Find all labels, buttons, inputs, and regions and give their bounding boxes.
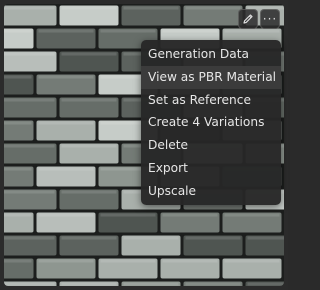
brick-highlight xyxy=(185,282,241,286)
brick-highlight xyxy=(4,98,55,102)
brick-highlight xyxy=(4,75,32,79)
menu-item-upscale[interactable]: Upscale xyxy=(141,180,281,203)
brick-highlight xyxy=(61,282,117,286)
brick-highlight xyxy=(61,52,117,56)
brick-highlight xyxy=(61,144,117,148)
brick-highlight xyxy=(4,52,55,56)
brick-highlight xyxy=(4,190,55,194)
brick-highlight xyxy=(247,236,284,240)
brick-highlight xyxy=(100,29,156,33)
menu-item-generation-data[interactable]: Generation Data xyxy=(141,43,281,66)
brick-highlight xyxy=(38,75,94,79)
menu-item-export[interactable]: Export xyxy=(141,157,281,180)
brick-highlight xyxy=(162,29,218,33)
brick-highlight xyxy=(4,144,55,148)
brick-highlight xyxy=(38,167,94,171)
brick-highlight xyxy=(4,121,32,125)
brick-highlight xyxy=(123,282,179,286)
more-options-button[interactable]: ··· xyxy=(260,9,280,29)
brick-highlight xyxy=(38,29,94,33)
brick-highlight xyxy=(123,6,179,10)
edit-button[interactable] xyxy=(238,9,258,29)
brick-highlight xyxy=(4,259,32,263)
brick-highlight xyxy=(61,236,117,240)
brick-highlight xyxy=(38,259,94,263)
brick-highlight xyxy=(185,236,241,240)
brick-highlight xyxy=(38,121,94,125)
brick-highlight xyxy=(224,259,280,263)
brick-highlight xyxy=(38,213,94,217)
menu-item-set-as-reference[interactable]: Set as Reference xyxy=(141,89,281,112)
menu-item-view-as-pbr-material[interactable]: View as PBR Material xyxy=(141,65,281,89)
brick-highlight xyxy=(4,167,32,171)
pencil-icon xyxy=(243,14,253,24)
brick-highlight xyxy=(162,213,218,217)
context-menu: Generation Data View as PBR Material Set… xyxy=(141,40,281,205)
ellipsis-icon: ··· xyxy=(262,12,278,26)
brick-highlight xyxy=(4,6,55,10)
brick-highlight xyxy=(224,29,280,33)
brick-highlight xyxy=(61,6,117,10)
brick-highlight xyxy=(4,213,32,217)
menu-item-create-4-variations[interactable]: Create 4 Variations xyxy=(141,111,281,134)
image-card: ··· Generation Data View as PBR Material… xyxy=(0,0,288,290)
brick-highlight xyxy=(100,213,156,217)
menu-item-delete[interactable]: Delete xyxy=(141,134,281,157)
brick-highlight xyxy=(247,282,284,286)
brick-highlight xyxy=(4,282,55,286)
brick-highlight xyxy=(4,29,32,33)
brick-highlight xyxy=(61,190,117,194)
brick-highlight xyxy=(123,236,179,240)
brick-highlight xyxy=(224,213,280,217)
brick-highlight xyxy=(162,259,218,263)
brick-highlight xyxy=(100,259,156,263)
brick-highlight xyxy=(61,98,117,102)
brick-highlight xyxy=(185,6,241,10)
brick-highlight xyxy=(4,236,55,240)
